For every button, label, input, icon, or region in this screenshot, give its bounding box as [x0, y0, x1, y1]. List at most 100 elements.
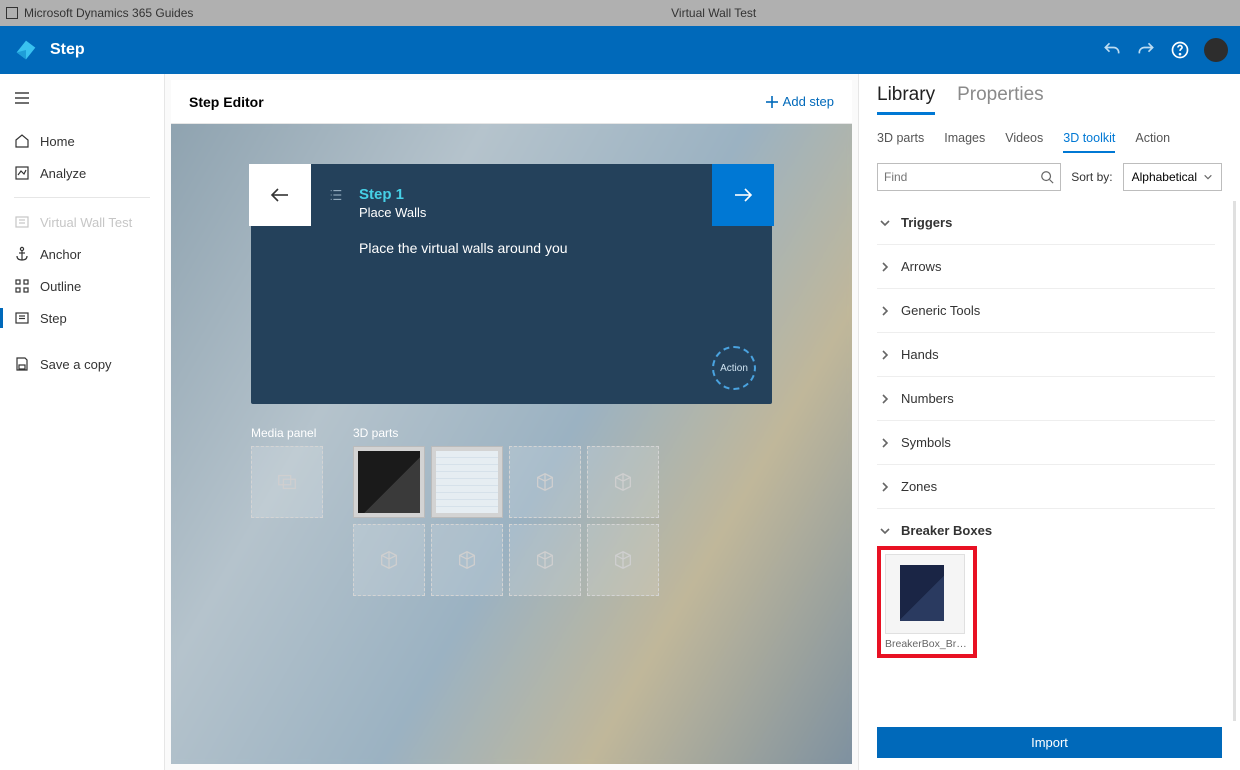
parts-slot-3[interactable] — [509, 446, 581, 518]
sort-value: Alphabetical — [1132, 170, 1197, 184]
category-header[interactable]: Numbers — [877, 377, 1215, 420]
chevron-right-icon — [879, 305, 891, 317]
search-icon — [1040, 170, 1054, 184]
cube-icon — [612, 471, 634, 493]
subtab-3d-parts[interactable]: 3D parts — [877, 131, 924, 153]
library-subtabs: 3D parts Images Videos 3D toolkit Action — [859, 115, 1240, 153]
chevron-right-icon — [879, 481, 891, 493]
category-header[interactable]: Triggers — [877, 201, 1215, 244]
sidebar-item-label: Save a copy — [40, 357, 112, 372]
chevron-right-icon — [879, 261, 891, 273]
chevron-down-icon — [879, 217, 891, 229]
library-list[interactable]: Triggers Arrows Generic Tools Hands — [859, 201, 1236, 721]
asset-name: BreakerBox_Breaker_... — [885, 638, 969, 650]
category-header[interactable]: Arrows — [877, 245, 1215, 288]
sidebar-item-label: Anchor — [40, 247, 81, 262]
step-card: Step 1 Place Walls Place the virtual wal… — [251, 164, 772, 404]
subtab-action[interactable]: Action — [1135, 131, 1170, 153]
right-panel-tabs: Library Properties — [859, 74, 1240, 115]
parts-slot-8[interactable] — [587, 524, 659, 596]
category-zones: Zones — [877, 465, 1215, 509]
sidebar-item-outline[interactable]: Outline — [0, 270, 164, 302]
asset-breakerbox[interactable]: BreakerBox_Breaker_... — [883, 552, 971, 652]
parts-panel-label: 3D parts — [353, 426, 659, 440]
search-input[interactable] — [884, 170, 1040, 184]
category-header[interactable]: Symbols — [877, 421, 1215, 464]
hamburger-icon[interactable] — [0, 84, 164, 125]
category-header[interactable]: Hands — [877, 333, 1215, 376]
save-icon — [14, 356, 30, 372]
category-generic-tools: Generic Tools — [877, 289, 1215, 333]
subtab-videos[interactable]: Videos — [1005, 131, 1043, 153]
sidebar-item-label: Outline — [40, 279, 81, 294]
outline-icon — [14, 278, 30, 294]
action-chip[interactable]: Action — [712, 346, 756, 390]
arrow-left-icon — [268, 183, 292, 207]
chevron-right-icon — [879, 437, 891, 449]
sidebar-item-step[interactable]: Step — [0, 302, 164, 334]
category-breaker-boxes: Breaker Boxes BreakerBox_Breaker_... — [877, 509, 1215, 667]
titlebar: Microsoft Dynamics 365 Guides Virtual Wa… — [0, 0, 1240, 26]
arrow-right-icon — [731, 183, 755, 207]
tab-library[interactable]: Library — [877, 84, 935, 115]
redo-icon[interactable] — [1136, 40, 1156, 60]
parts-slot-1[interactable] — [353, 446, 425, 518]
sidebar-item-label: Virtual Wall Test — [40, 215, 132, 230]
chevron-right-icon — [879, 349, 891, 361]
add-step-button[interactable]: Add step — [765, 94, 834, 109]
undo-icon[interactable] — [1102, 40, 1122, 60]
category-header[interactable]: Breaker Boxes — [877, 509, 1215, 552]
avatar[interactable] — [1204, 38, 1228, 62]
sidebar-item-label: Step — [40, 311, 67, 326]
sidebar-item-analyze[interactable]: Analyze — [0, 157, 164, 189]
sidebar: Home Analyze Virtual Wall Test Anchor Ou… — [0, 74, 165, 770]
sidebar-item-anchor[interactable]: Anchor — [0, 238, 164, 270]
previous-step-button[interactable] — [249, 164, 311, 226]
plus-icon — [765, 95, 779, 109]
step-icon — [14, 310, 30, 326]
media-panel: Media panel — [251, 426, 323, 596]
cube-icon — [456, 549, 478, 571]
help-icon[interactable] — [1170, 40, 1190, 60]
parts-slot-6[interactable] — [431, 524, 503, 596]
parts-slot-7[interactable] — [509, 524, 581, 596]
step-editor-title: Step Editor — [189, 94, 264, 110]
media-panel-label: Media panel — [251, 426, 323, 440]
category-header[interactable]: Generic Tools — [877, 289, 1215, 332]
sort-dropdown[interactable]: Alphabetical — [1123, 163, 1222, 191]
home-icon — [14, 133, 30, 149]
sidebar-item-label: Analyze — [40, 166, 86, 181]
category-header[interactable]: Zones — [877, 465, 1215, 508]
guide-icon — [14, 214, 30, 230]
parts-slot-2[interactable] — [431, 446, 503, 518]
outline-small-icon — [329, 188, 343, 207]
parts-slot-4[interactable] — [587, 446, 659, 518]
sidebar-item-guide: Virtual Wall Test — [0, 206, 164, 238]
main-area: Step Editor Add step — [165, 74, 858, 770]
category-triggers: Triggers — [877, 201, 1215, 245]
app-name: Microsoft Dynamics 365 Guides — [24, 6, 193, 20]
category-hands: Hands — [877, 333, 1215, 377]
step-description[interactable]: Place the virtual walls around you — [359, 240, 744, 256]
media-icon — [276, 471, 298, 493]
tab-properties[interactable]: Properties — [957, 84, 1044, 115]
sort-label: Sort by: — [1071, 170, 1112, 184]
header-bar: Step — [0, 26, 1240, 74]
subtab-3d-toolkit[interactable]: 3D toolkit — [1063, 131, 1115, 153]
anchor-icon — [14, 246, 30, 262]
sidebar-item-save[interactable]: Save a copy — [0, 348, 164, 380]
import-button[interactable]: Import — [877, 727, 1222, 758]
chevron-down-icon — [1203, 172, 1213, 182]
next-step-button[interactable] — [712, 164, 774, 226]
cube-icon — [534, 549, 556, 571]
chevron-right-icon — [879, 393, 891, 405]
parts-slot-5[interactable] — [353, 524, 425, 596]
step-editor-toolbar: Step Editor Add step — [171, 80, 852, 124]
add-step-label: Add step — [783, 94, 834, 109]
media-slot[interactable] — [251, 446, 323, 518]
sidebar-item-home[interactable]: Home — [0, 125, 164, 157]
sidebar-item-label: Home — [40, 134, 75, 149]
step-title: Step 1 — [359, 186, 744, 203]
subtab-images[interactable]: Images — [944, 131, 985, 153]
category-arrows: Arrows — [877, 245, 1215, 289]
